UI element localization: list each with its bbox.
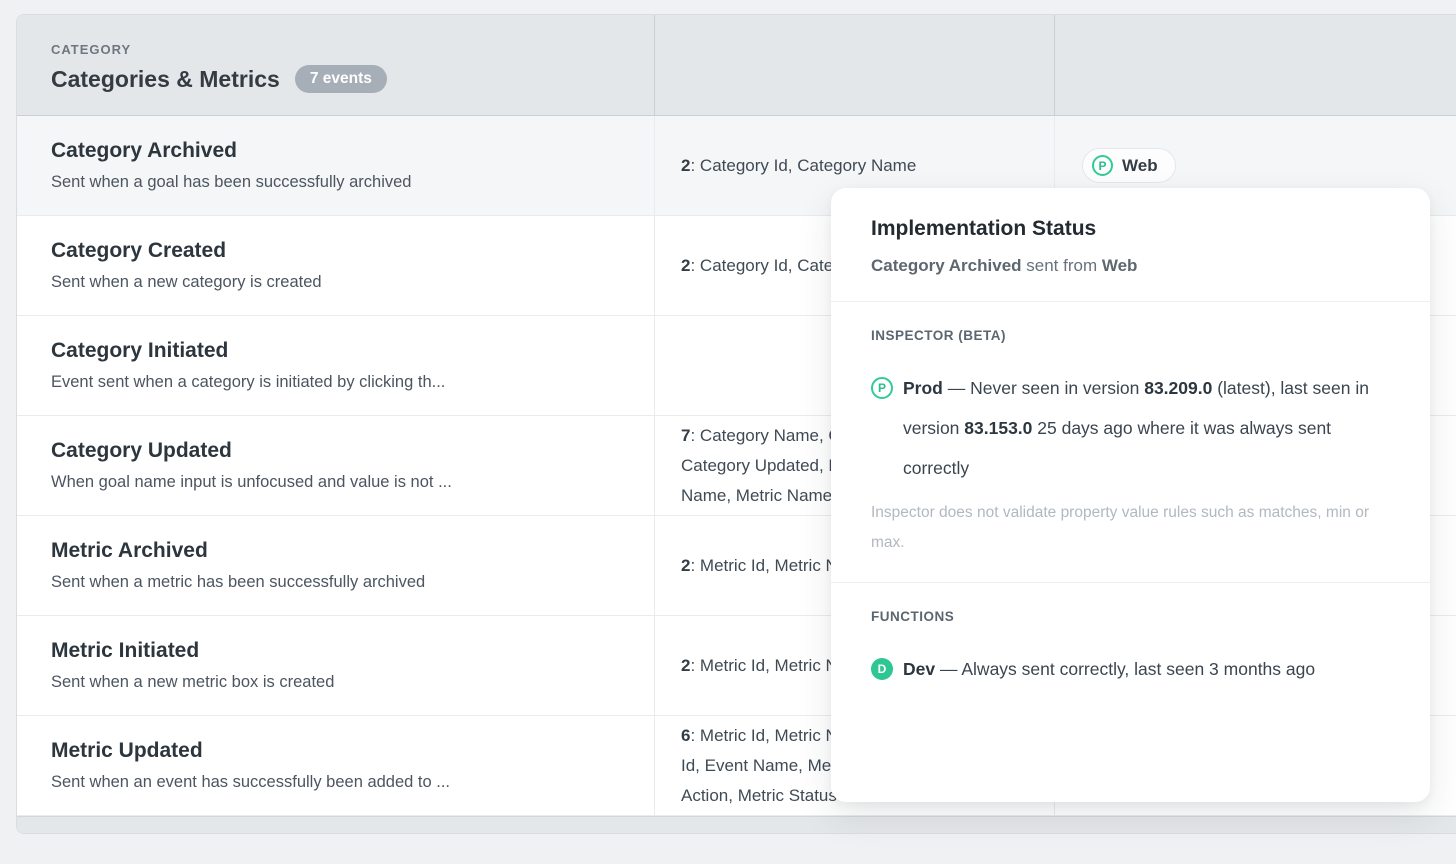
event-name: Metric Archived [51, 536, 654, 566]
functions-dev-text: Dev — Always sent correctly, last seen 3… [903, 649, 1315, 689]
source-badge-label: Web [1122, 156, 1158, 176]
prod-env-icon: P [871, 377, 893, 399]
event-name: Category Updated [51, 436, 654, 466]
implementation-status-popover: Implementation Status Category Archived … [831, 188, 1430, 802]
event-name: Metric Initiated [51, 636, 654, 666]
event-description: Sent when an event has successfully been… [51, 769, 654, 795]
event-description: Event sent when a category is initiated … [51, 369, 654, 395]
properties-header-cell [655, 15, 1055, 115]
functions-dev-item: D Dev — Always sent correctly, last seen… [871, 649, 1390, 689]
popover-subtitle: Category Archived sent from Web [871, 256, 1390, 276]
prod-env-icon: P [1092, 155, 1113, 176]
inspector-prod-text: Prod — Never seen in version 83.209.0 (l… [903, 368, 1390, 488]
event-properties: 2: Category Id, Category Name [681, 151, 1054, 181]
event-name: Category Archived [51, 136, 654, 166]
dev-env-icon: D [871, 658, 893, 680]
event-name: Metric Updated [51, 736, 654, 766]
event-name: Category Initiated [51, 336, 654, 366]
sources-header-cell [1055, 15, 1456, 115]
source-badge-web[interactable]: P Web [1082, 148, 1176, 183]
event-description: Sent when a goal has been successfully a… [51, 169, 654, 195]
event-name: Category Created [51, 236, 654, 266]
event-description: Sent when a metric has been successfully… [51, 569, 654, 595]
event-count-badge: 7 events [295, 65, 387, 93]
category-title: Categories & Metrics [51, 66, 280, 93]
event-description: When goal name input is unfocused and va… [51, 469, 654, 495]
category-kicker: CATEGORY [51, 15, 654, 57]
functions-section-heading: FUNCTIONS [871, 609, 1390, 624]
category-header-row: CATEGORY Categories & Metrics 7 events [17, 15, 1456, 116]
table-footer-strip [17, 816, 1456, 834]
inspector-prod-item: P Prod — Never seen in version 83.209.0 … [871, 368, 1390, 488]
event-description: Sent when a new category is created [51, 269, 654, 295]
category-header-cell: CATEGORY Categories & Metrics 7 events [17, 15, 655, 115]
event-description: Sent when a new metric box is created [51, 669, 654, 695]
inspector-note: Inspector does not validate property val… [871, 498, 1376, 558]
popover-title: Implementation Status [871, 217, 1390, 241]
inspector-section-heading: INSPECTOR (BETA) [871, 328, 1390, 343]
